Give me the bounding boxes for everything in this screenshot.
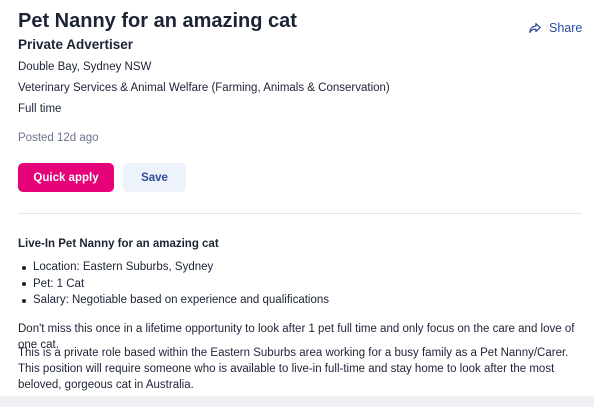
list-item: Pet: 1 Cat <box>18 276 329 292</box>
bullet-icon <box>22 298 26 303</box>
list-item: Salary: Negotiable based on experience a… <box>18 292 329 308</box>
bullet-text: Pet: 1 Cat <box>33 277 85 290</box>
job-classification: Veterinary Services & Animal Welfare (Fa… <box>18 82 390 94</box>
job-details-page: Pet Nanny for an amazing cat Share Priva… <box>0 0 594 407</box>
bullet-text: Location: Eastern Suburbs, Sydney <box>33 261 214 273</box>
advertiser-name[interactable]: Private Advertiser <box>18 36 133 54</box>
bullet-icon <box>22 265 26 270</box>
share-arrow-icon <box>529 23 541 33</box>
bullet-text: Salary: Negotiable based on experience a… <box>33 294 330 306</box>
job-title: Pet Nanny for an amazing cat <box>18 10 297 32</box>
share-label: Share <box>549 21 583 35</box>
section-divider <box>18 213 582 214</box>
quick-apply-button[interactable]: Quick apply <box>18 163 114 192</box>
bullet-icon <box>22 282 26 286</box>
share-button[interactable]: Share <box>528 21 582 35</box>
list-item: Location: Eastern Suburbs, Sydney <box>18 259 329 275</box>
description-bullet-list: Location: Eastern Suburbs, Sydney Pet: 1… <box>18 259 329 309</box>
description-heading: Live-In Pet Nanny for an amazing cat <box>18 238 219 250</box>
page-footer-strip <box>0 396 594 407</box>
save-button[interactable]: Save <box>123 163 186 192</box>
job-work-type: Full time <box>18 103 62 115</box>
description-paragraph: This is a private role based within the … <box>18 347 569 391</box>
job-location: Double Bay, Sydney NSW <box>18 61 152 73</box>
posted-date: Posted 12d ago <box>18 132 99 144</box>
